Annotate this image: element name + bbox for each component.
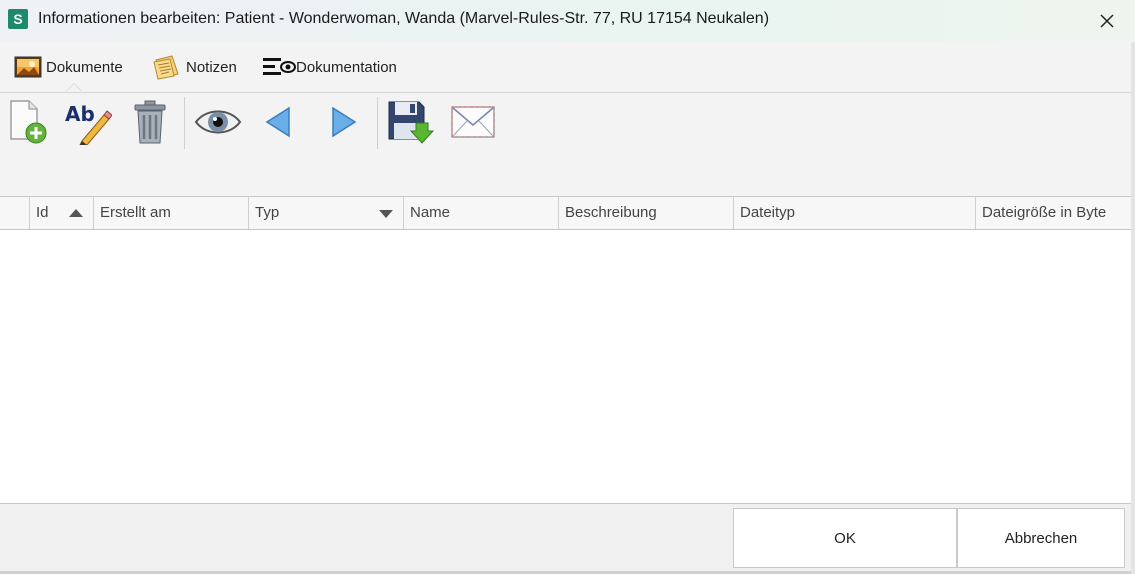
app-icon: S — [8, 9, 28, 29]
window-right-edge — [1131, 42, 1135, 574]
column-header-label: Dateigröße in Byte — [982, 204, 1107, 221]
next-button[interactable] — [320, 98, 368, 146]
tab-dokumente[interactable]: Dokumente — [14, 54, 123, 80]
trash-icon — [134, 100, 166, 144]
rename-button[interactable]: Ab — [64, 98, 112, 146]
add-document-button[interactable] — [3, 98, 51, 146]
toolbar-separator — [184, 97, 185, 149]
tab-dokumentation[interactable]: Dokumentation — [262, 54, 397, 80]
column-header-typ[interactable]: Typ — [249, 197, 404, 229]
tab-label: Dokumentation — [296, 58, 397, 76]
tab-label: Notizen — [186, 58, 237, 76]
close-icon — [1100, 14, 1114, 28]
grid-header: Id Erstellt am Typ Name Beschreibung Dat… — [0, 197, 1131, 230]
add-document-icon — [10, 100, 47, 144]
next-arrow-icon — [332, 106, 357, 138]
email-button[interactable] — [449, 98, 497, 146]
dialog-footer: OK Abbrechen — [0, 504, 1131, 574]
documents-grid[interactable] — [0, 230, 1131, 504]
notes-icon — [153, 55, 179, 80]
save-icon — [388, 101, 434, 144]
tab-notizen[interactable]: Notizen — [152, 54, 237, 80]
save-button[interactable] — [386, 98, 434, 146]
title-bar: S Informationen bearbeiten: Patient - Wo… — [0, 0, 1135, 43]
cancel-button[interactable]: Abbrechen — [957, 508, 1125, 568]
column-header-label: Typ — [255, 204, 280, 221]
mail-icon — [451, 106, 495, 138]
filter-dropdown-icon[interactable] — [379, 210, 393, 218]
column-header-name[interactable]: Name — [404, 197, 559, 229]
delete-button[interactable] — [126, 98, 174, 146]
row-selector-header — [0, 197, 30, 229]
tab-bar: Dokumente Notizen Dokumentation — [0, 42, 1135, 93]
column-header-label: Dateityp — [740, 204, 796, 221]
window-title: Informationen bearbeiten: Patient - Wond… — [38, 10, 770, 27]
toolbar: Ab — [0, 93, 1135, 197]
close-button[interactable] — [1079, 0, 1135, 42]
sort-ascending-icon — [69, 209, 83, 217]
column-header-label: Id — [36, 204, 49, 221]
previous-button[interactable] — [254, 98, 302, 146]
svg-text:Ab: Ab — [65, 102, 95, 126]
column-header-dateityp[interactable]: Dateityp — [734, 197, 976, 229]
selected-tab-indicator — [66, 83, 82, 91]
column-header-label: Erstellt am — [100, 204, 171, 221]
ok-button[interactable]: OK — [733, 508, 957, 568]
previous-arrow-icon — [265, 106, 290, 138]
toolbar-separator — [377, 97, 378, 149]
column-header-label: Beschreibung — [565, 204, 657, 221]
column-header-id[interactable]: Id — [30, 197, 94, 229]
documentation-icon — [263, 58, 296, 75]
image-icon — [14, 56, 42, 78]
rename-icon: Ab — [65, 102, 112, 145]
column-header-dateigroesse[interactable]: Dateigröße in Byte — [976, 197, 1131, 229]
eye-icon — [194, 110, 242, 134]
tab-label: Dokumente — [46, 58, 123, 76]
column-header-erstellt-am[interactable]: Erstellt am — [94, 197, 249, 229]
view-button[interactable] — [194, 98, 242, 146]
column-header-label: Name — [410, 204, 451, 221]
column-header-beschreibung[interactable]: Beschreibung — [559, 197, 734, 229]
